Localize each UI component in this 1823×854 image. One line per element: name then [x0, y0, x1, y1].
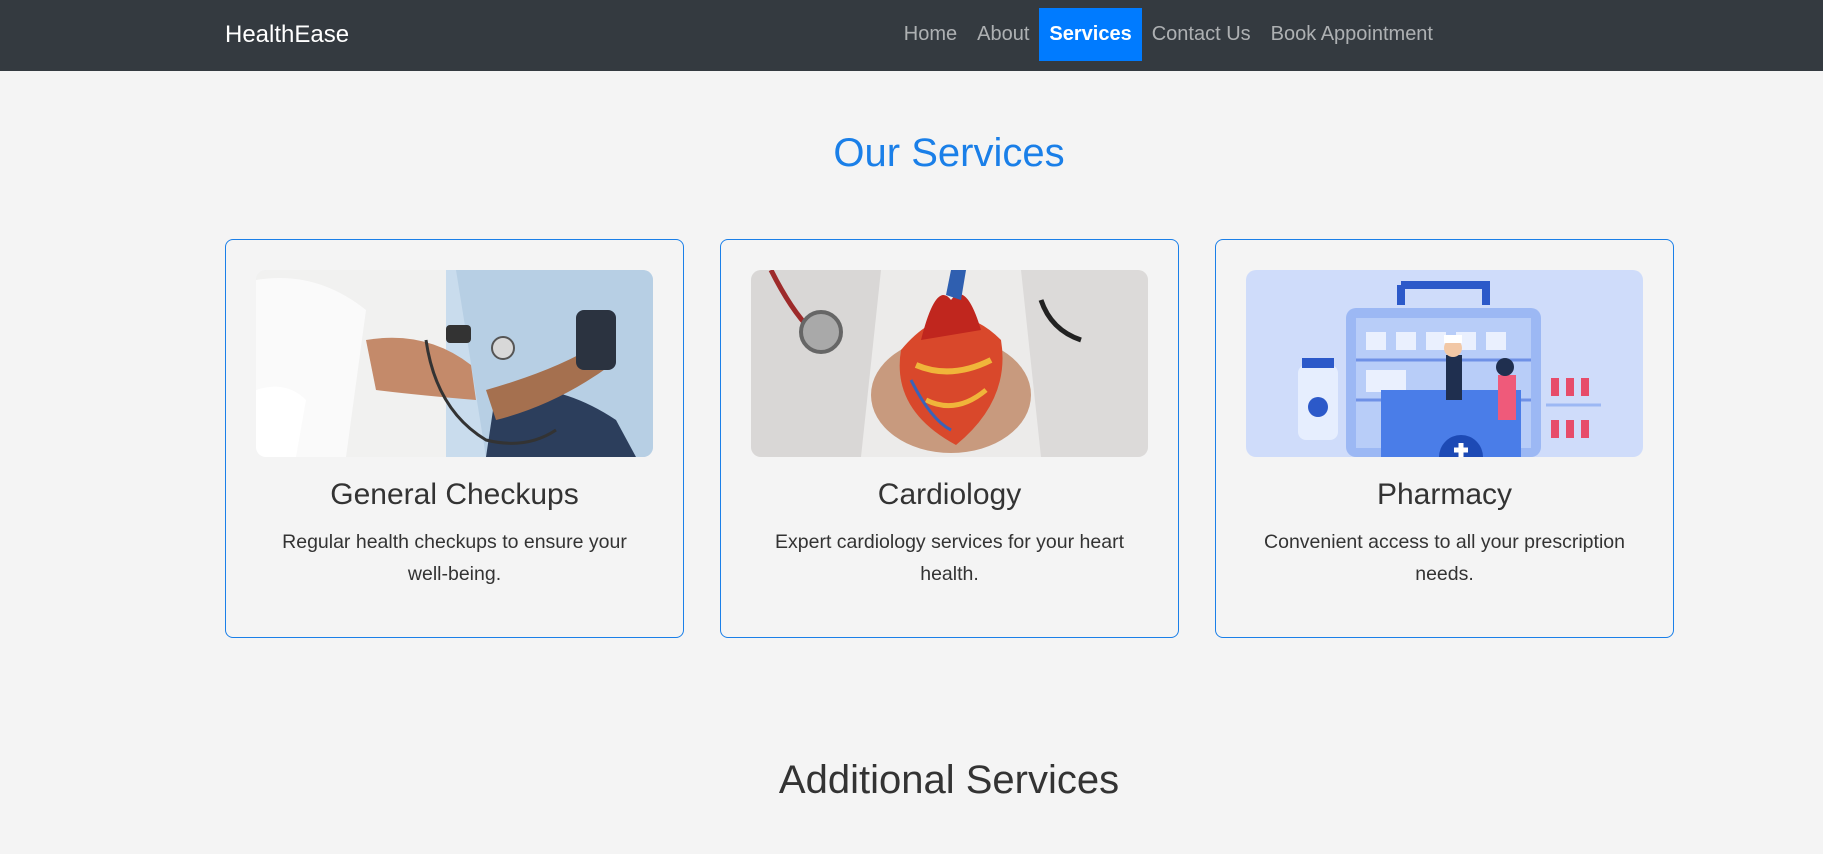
service-card-cardiology: Cardiology Expert cardiology services fo… [720, 239, 1179, 638]
additional-services-title: Additional Services [778, 758, 1120, 802]
card-description: Expert cardiology services for your hear… [775, 531, 1124, 585]
service-card-pharmacy: Pharmacy Convenient access to all your p… [1215, 239, 1674, 638]
nav-link-contact-us[interactable]: Contact Us [1142, 8, 1261, 61]
card-description: Regular health checkups to ensure your w… [282, 531, 627, 585]
navbar: HealthEase Home About Services Contact U… [0, 0, 1823, 71]
nav-link-home[interactable]: Home [894, 8, 967, 61]
nav-link-services[interactable]: Services [1039, 8, 1142, 61]
brand-logo-link[interactable]: HealthEase [225, 21, 349, 49]
service-card-general-checkups: General Checkups Regular health checkups… [225, 239, 684, 638]
pharmacy-illustration-image [1246, 270, 1643, 457]
services-cards: General Checkups Regular health checkups… [225, 239, 1674, 638]
card-title: Cardiology [877, 478, 1022, 511]
card-title: General Checkups [330, 478, 579, 511]
card-title: Pharmacy [1376, 478, 1513, 511]
blood-pressure-check-image [256, 270, 653, 457]
nav-link-book-appointment[interactable]: Book Appointment [1261, 8, 1443, 61]
nav-link-about[interactable]: About [967, 8, 1039, 61]
heart-model-image [751, 270, 1148, 457]
nav-links: Home About Services Contact Us Book Appo… [894, 8, 1443, 61]
page-title: Our Services [833, 131, 1065, 175]
card-description: Convenient access to all your prescripti… [1264, 531, 1625, 585]
